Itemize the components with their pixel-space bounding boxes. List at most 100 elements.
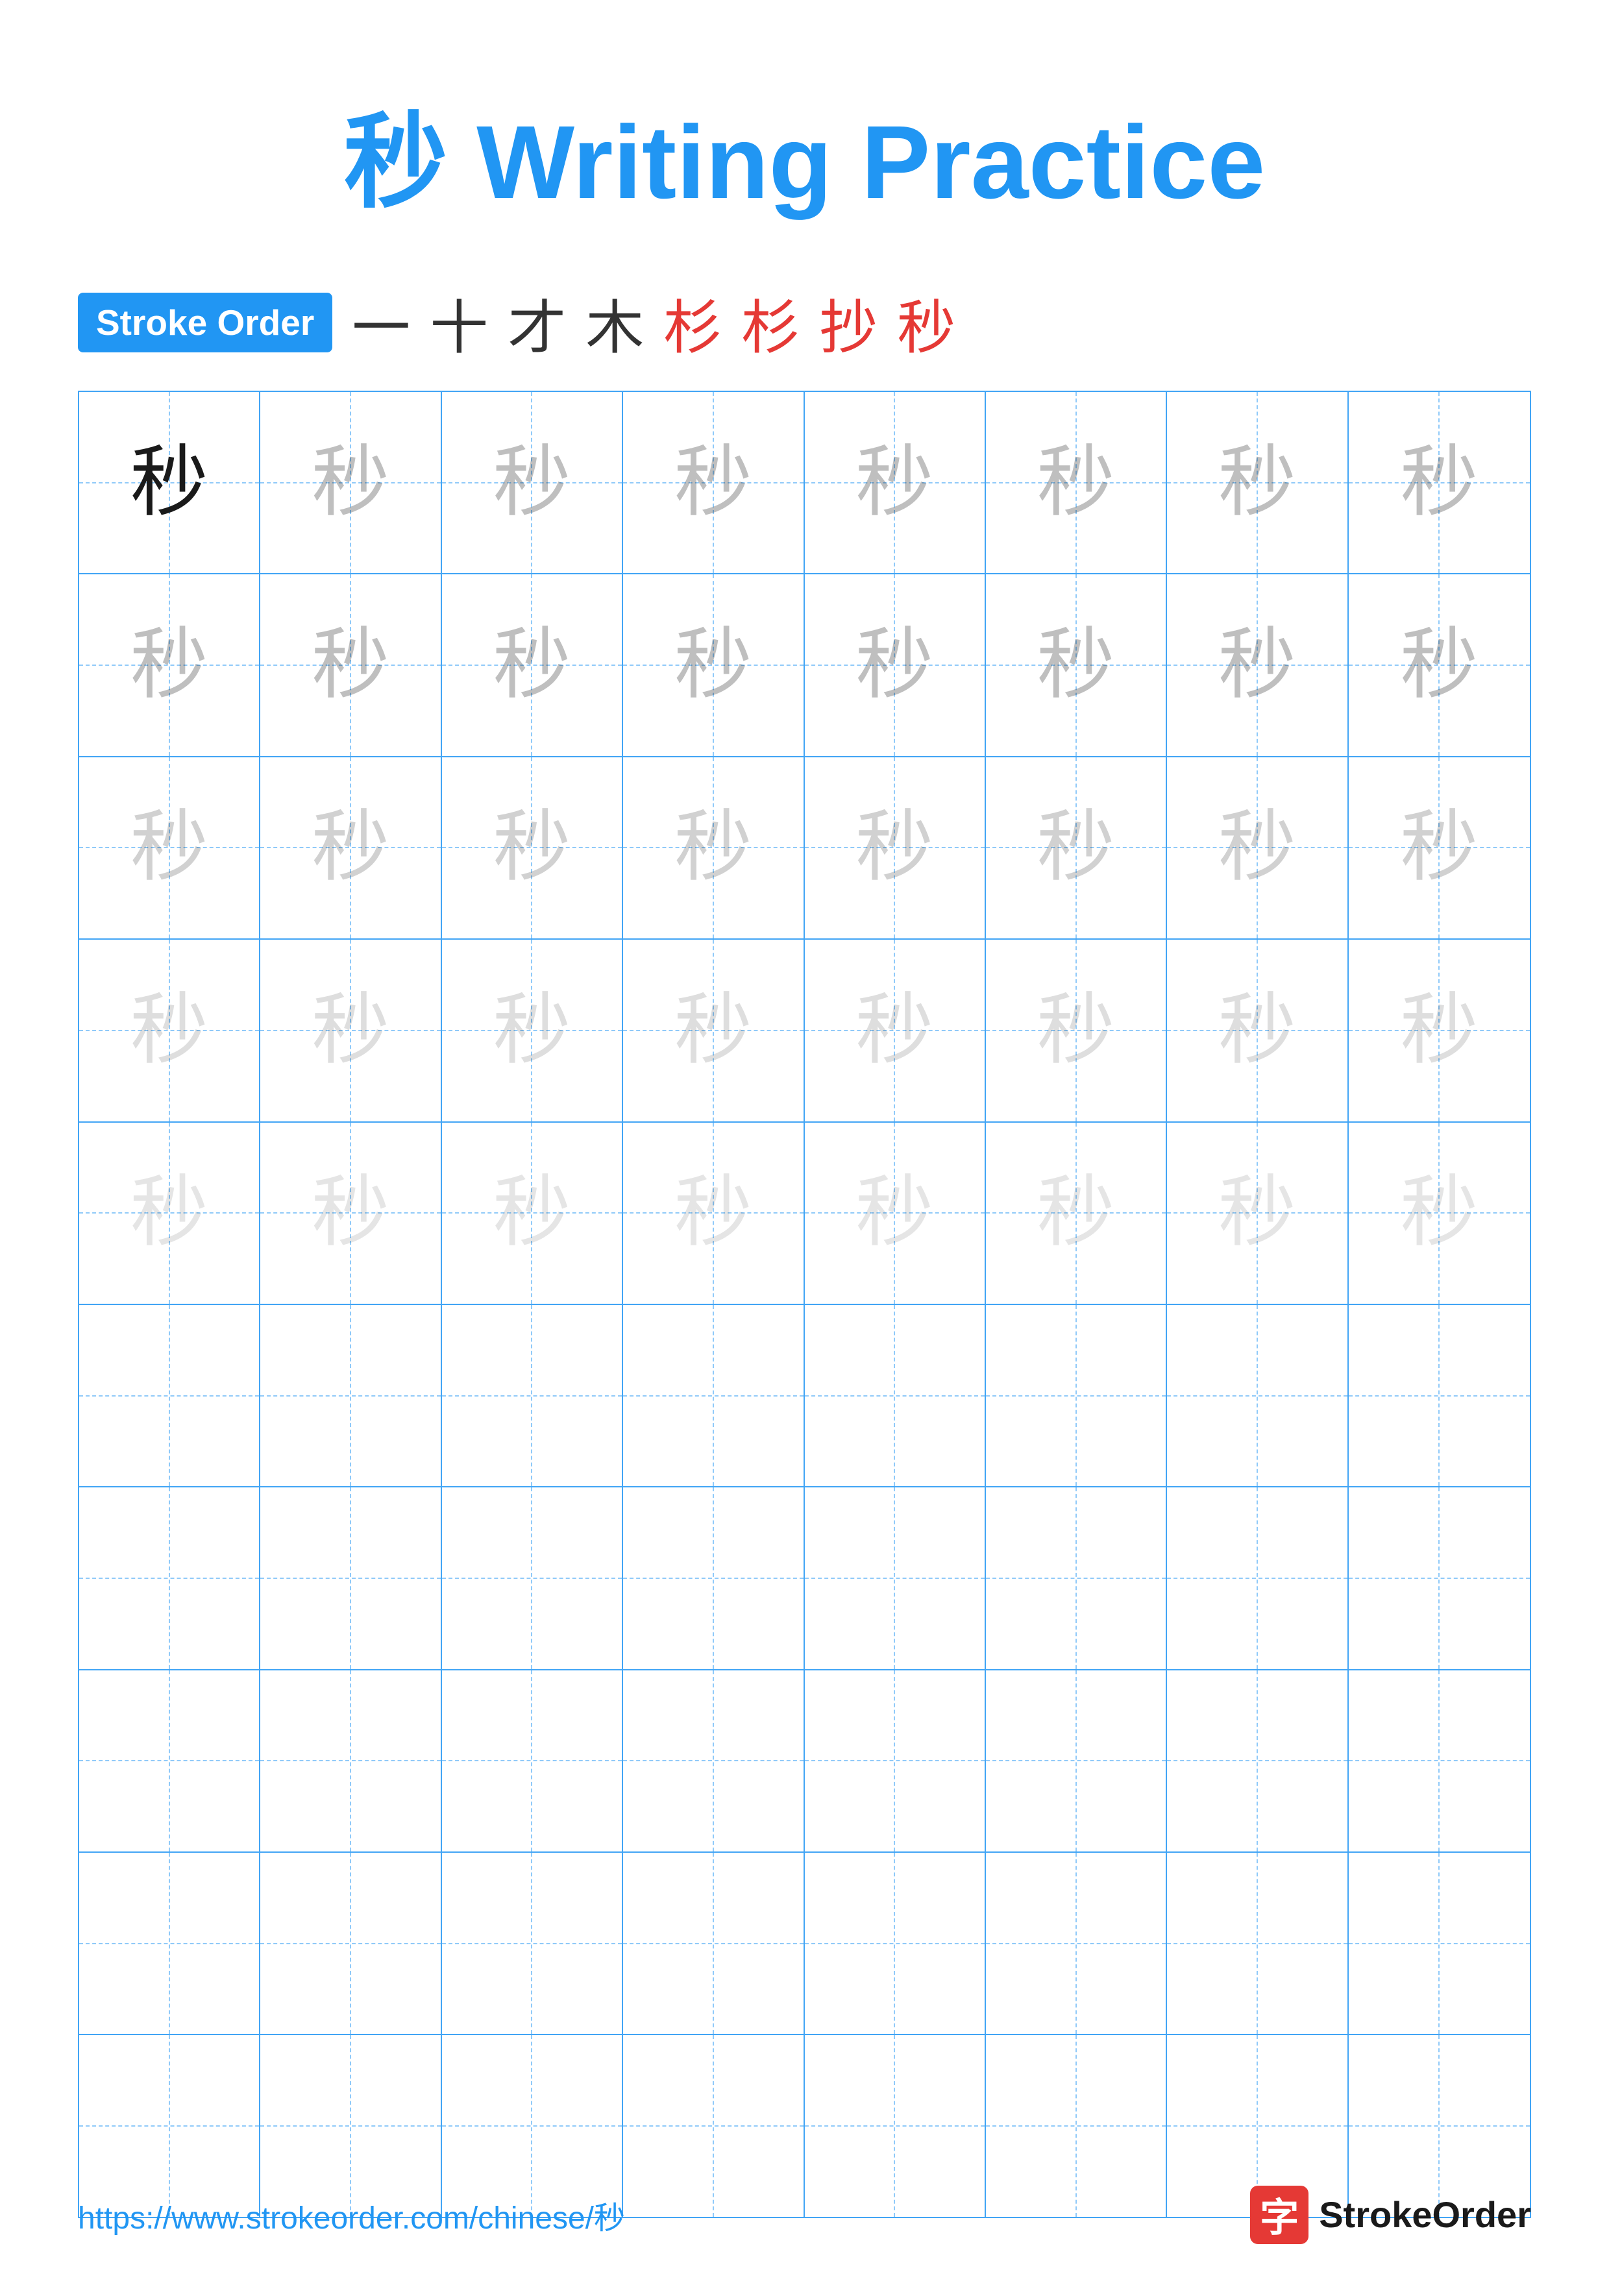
grid-cell[interactable]: 秒 [623,940,804,1121]
practice-char: 秒 [1400,992,1478,1069]
practice-char: 秒 [312,626,389,704]
grid-cell[interactable] [1167,1670,1348,1851]
grid-cell[interactable]: 秒 [986,574,1167,755]
grid-cell[interactable] [260,1670,441,1851]
grid-row-5: 秒 秒 秒 秒 秒 秒 秒 秒 [79,1123,1530,1305]
brand-name: StrokeOrder [1319,2193,1531,2236]
grid-cell[interactable] [986,1305,1167,1486]
grid-cell[interactable]: 秒 [986,392,1167,573]
grid-cell[interactable]: 秒 [986,940,1167,1121]
grid-cell[interactable]: 秒 [1167,940,1348,1121]
grid-cell[interactable]: 秒 [1349,1123,1530,1304]
grid-cell[interactable] [1349,1305,1530,1486]
practice-char: 秒 [1400,626,1478,704]
grid-cell[interactable]: 秒 [79,392,260,573]
grid-cell[interactable]: 秒 [805,392,986,573]
stroke-3: 才 [508,280,566,365]
grid-row-4: 秒 秒 秒 秒 秒 秒 秒 秒 [79,940,1530,1122]
practice-char: 秒 [674,1174,752,1252]
grid-cell[interactable]: 秒 [1167,1123,1348,1304]
grid-cell[interactable] [1349,1853,1530,2034]
grid-cell[interactable] [442,1487,623,1668]
practice-char: 秒 [312,1174,389,1252]
grid-cell[interactable] [1349,1487,1530,1668]
grid-cell[interactable]: 秒 [1349,757,1530,938]
grid-cell[interactable] [260,1853,441,2034]
grid-cell[interactable] [442,1853,623,2034]
grid-cell[interactable] [79,1305,260,1486]
grid-cell[interactable] [805,1305,986,1486]
grid-cell[interactable]: 秒 [442,757,623,938]
grid-cell[interactable] [623,1670,804,1851]
grid-cell[interactable] [79,1670,260,1851]
grid-cell[interactable] [623,1487,804,1668]
grid-cell[interactable]: 秒 [805,574,986,755]
practice-char: 秒 [855,1174,933,1252]
grid-cell[interactable]: 秒 [1167,574,1348,755]
grid-cell[interactable] [79,1487,260,1668]
practice-char: 秒 [1218,1174,1296,1252]
grid-cell[interactable] [442,1305,623,1486]
stroke-order-row: Stroke Order 一 十 才 木 杉 杉 抄 秒 [78,280,1531,365]
grid-cell[interactable]: 秒 [260,392,441,573]
practice-char: 秒 [855,992,933,1069]
grid-cell[interactable]: 秒 [623,392,804,573]
grid-cell[interactable] [1167,1853,1348,2034]
footer-brand: 字 StrokeOrder [1250,2186,1531,2244]
grid-cell[interactable]: 秒 [805,940,986,1121]
grid-cell[interactable] [260,1305,441,1486]
practice-char: 秒 [1218,809,1296,886]
title-chinese-char: 秒 [344,105,448,221]
grid-cell[interactable] [805,1853,986,2034]
practice-char: 秒 [312,444,389,522]
grid-row-3: 秒 秒 秒 秒 秒 秒 秒 秒 [79,757,1530,940]
grid-cell[interactable]: 秒 [79,574,260,755]
grid-cell[interactable] [805,1670,986,1851]
grid-cell[interactable]: 秒 [1167,757,1348,938]
grid-cell[interactable]: 秒 [623,574,804,755]
grid-cell[interactable]: 秒 [260,574,441,755]
grid-cell[interactable] [79,1853,260,2034]
stroke-order-badge: Stroke Order [78,293,332,352]
grid-cell[interactable] [805,1487,986,1668]
grid-cell[interactable]: 秒 [442,574,623,755]
grid-cell[interactable] [623,1853,804,2034]
grid-cell[interactable]: 秒 [79,1123,260,1304]
brand-icon: 字 [1250,2186,1308,2244]
title-english: Writing Practice [476,104,1265,220]
grid-cell[interactable]: 秒 [260,757,441,938]
grid-cell[interactable] [1167,1487,1348,1668]
footer-url[interactable]: https://www.strokeorder.com/chinese/秒 [78,2192,625,2238]
grid-cell[interactable]: 秒 [79,940,260,1121]
grid-cell[interactable]: 秒 [79,757,260,938]
stroke-4: 木 [585,280,644,365]
grid-cell[interactable]: 秒 [442,1123,623,1304]
practice-char: 秒 [493,809,571,886]
grid-cell[interactable]: 秒 [986,757,1167,938]
grid-cell[interactable]: 秒 [1349,574,1530,755]
grid-cell[interactable]: 秒 [442,940,623,1121]
grid-cell[interactable]: 秒 [623,757,804,938]
grid-cell[interactable]: 秒 [260,1123,441,1304]
grid-cell[interactable] [1349,1670,1530,1851]
grid-row-7 [79,1487,1530,1670]
practice-char: 秒 [674,809,752,886]
grid-cell[interactable]: 秒 [1349,392,1530,573]
grid-cell[interactable]: 秒 [1349,940,1530,1121]
grid-cell[interactable] [986,1853,1167,2034]
grid-cell[interactable]: 秒 [260,940,441,1121]
grid-cell[interactable]: 秒 [805,757,986,938]
grid-cell[interactable]: 秒 [623,1123,804,1304]
practice-char: 秒 [312,992,389,1069]
grid-cell[interactable] [623,1305,804,1486]
grid-cell[interactable] [986,1487,1167,1668]
grid-cell[interactable] [1167,1305,1348,1486]
grid-cell[interactable] [986,1670,1167,1851]
grid-cell[interactable] [442,1670,623,1851]
grid-cell[interactable]: 秒 [1167,392,1348,573]
grid-cell[interactable]: 秒 [986,1123,1167,1304]
grid-cell[interactable]: 秒 [805,1123,986,1304]
grid-cell[interactable] [260,1487,441,1668]
grid-cell[interactable]: 秒 [442,392,623,573]
practice-char: 秒 [1218,992,1296,1069]
